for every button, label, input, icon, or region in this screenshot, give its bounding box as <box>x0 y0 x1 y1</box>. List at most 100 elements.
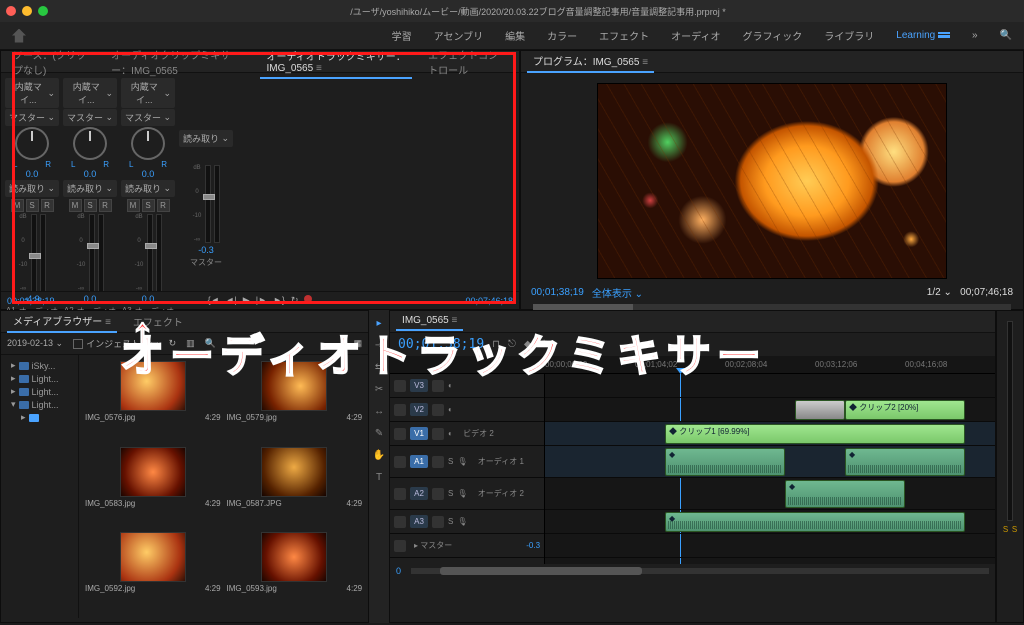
tab-media-browser[interactable]: メディアブラウザー ≡ <box>7 310 117 333</box>
slip-tool-icon[interactable]: ↔ <box>372 404 386 418</box>
panel-menu-icon[interactable]: ≡ <box>642 57 648 68</box>
automation-dropdown[interactable]: 読み取り⌄ <box>63 180 117 197</box>
volume-fader[interactable] <box>31 214 37 292</box>
input-dropdown[interactable]: 内蔵マイ...⌄ <box>5 78 59 108</box>
media-thumbnail[interactable]: IMG_0592.jpg4:29 <box>85 532 221 612</box>
razor-tool-icon[interactable]: ✂ <box>372 382 386 396</box>
ws-tab[interactable]: 学習 <box>392 28 412 43</box>
pen-tool-icon[interactable]: ✎ <box>372 426 386 440</box>
video-clip[interactable] <box>795 400 845 420</box>
output-dropdown[interactable]: マスター⌄ <box>63 109 117 126</box>
ws-tab[interactable]: エフェクト <box>599 28 649 43</box>
eye-icon[interactable] <box>432 380 444 392</box>
ws-tab[interactable]: グラフィック <box>742 28 802 43</box>
goto-in-icon[interactable]: {◄ <box>208 295 220 306</box>
input-dropdown[interactable]: 内蔵マイ...⌄ <box>121 78 175 108</box>
timeline-zoom-slider[interactable] <box>411 568 989 574</box>
output-dropdown[interactable]: マスター⌄ <box>121 109 175 126</box>
media-thumbnail[interactable]: IMG_0583.jpg4:29 <box>85 447 221 527</box>
record-button[interactable]: R <box>99 199 112 212</box>
filter-icon[interactable]: ▥ <box>186 338 195 349</box>
audio-clip[interactable]: ◆ <box>665 512 965 532</box>
new-bin-icon[interactable]: ▭ <box>150 338 159 349</box>
hand-tool-icon[interactable]: ✋ <box>372 448 386 462</box>
snap-icon[interactable]: ⊓ <box>492 339 500 350</box>
program-tab[interactable]: プログラム：IMG_0565 ≡ <box>527 50 654 73</box>
step-fwd-icon[interactable]: |► <box>256 295 267 306</box>
track-output-icon[interactable]: ◐ <box>448 381 453 390</box>
tab-clip-mixer[interactable]: オーディオクリップミキサー：IMG_0565 <box>105 44 250 80</box>
thumb-view-icon[interactable]: ▦ <box>354 338 363 349</box>
lock-icon[interactable] <box>394 428 406 440</box>
media-thumbnail[interactable]: IMG_0579.jpg4:29 <box>227 361 363 441</box>
lock-icon[interactable] <box>394 456 406 468</box>
search-icon[interactable]: 🔍 <box>1000 30 1012 41</box>
selection-tool-icon[interactable]: ▸ <box>372 316 386 330</box>
audio-clip[interactable]: ◆ <box>785 480 905 508</box>
solo-button[interactable]: S <box>84 199 97 212</box>
automation-dropdown[interactable]: 読み取り⌄ <box>179 130 233 147</box>
tab-effects[interactable]: エフェクト <box>127 311 189 332</box>
sequence-tab[interactable]: IMG_0565 ≡ <box>396 312 463 331</box>
goto-out-icon[interactable]: ►} <box>273 295 285 306</box>
track-select-tool-icon[interactable]: ⇥ <box>372 338 386 352</box>
ws-tab[interactable]: オーディオ <box>671 28 720 43</box>
ingest-checkbox[interactable]: インジェスト <box>73 337 140 350</box>
audio-clip[interactable]: ◆ <box>845 448 965 476</box>
zoom-window[interactable] <box>38 6 48 16</box>
type-tool-icon[interactable]: T <box>372 470 386 484</box>
overflow-icon[interactable]: » <box>972 30 978 41</box>
lock-icon[interactable] <box>394 516 406 528</box>
time-ruler[interactable]: 00;00;00;0000;01;04;0200;02;08;0400;03;1… <box>390 356 995 374</box>
eye-icon[interactable] <box>432 404 444 416</box>
resolution-dropdown[interactable]: 1/2 <box>927 287 941 298</box>
settings-icon[interactable]: ⚙ <box>540 339 549 350</box>
date-dropdown[interactable]: 2019-02-13 ⌄ <box>7 338 63 349</box>
media-thumbnail[interactable]: IMG_0587.JPG4:29 <box>227 447 363 527</box>
record-button[interactable]: R <box>41 199 54 212</box>
ws-tab[interactable]: カラー <box>547 28 577 43</box>
pan-knob[interactable] <box>131 127 165 160</box>
solo-button[interactable]: S <box>142 199 155 212</box>
tab-source[interactable]: ソース：(クリップなし) <box>7 44 95 80</box>
fit-dropdown[interactable]: 全体表示 ⌄ <box>592 285 643 300</box>
media-thumbnail[interactable]: IMG_0576.jpg4:29 <box>85 361 221 441</box>
volume-fader[interactable] <box>205 165 211 243</box>
mute-icon[interactable] <box>432 456 444 468</box>
video-clip[interactable]: ◆ クリップ1 [69.99%] <box>665 424 965 444</box>
search-icon[interactable]: 🔍 <box>205 338 216 349</box>
output-dropdown[interactable]: マスター⌄ <box>5 109 59 126</box>
eye-icon[interactable] <box>432 428 444 440</box>
video-clip[interactable]: ◆ クリップ2 [20%] <box>845 400 965 420</box>
pan-knob[interactable] <box>73 127 107 160</box>
ws-tab[interactable]: アセンブリ <box>434 28 484 43</box>
automation-dropdown[interactable]: 読み取り⌄ <box>5 180 59 197</box>
loop-icon[interactable]: ↻ <box>291 295 299 306</box>
volume-fader[interactable] <box>147 214 153 292</box>
minimize-window[interactable] <box>22 6 32 16</box>
record-icon[interactable] <box>304 295 312 303</box>
ws-tab[interactable]: 編集 <box>505 28 525 43</box>
panel-menu-icon[interactable]: ≡ <box>316 63 322 74</box>
media-thumbnail[interactable]: IMG_0593.jpg4:29 <box>227 532 363 612</box>
home-icon[interactable] <box>12 29 26 43</box>
linked-sel-icon[interactable]: ⎋ <box>508 339 516 350</box>
ws-tab-active[interactable]: Learning <box>896 30 950 41</box>
volume-fader[interactable] <box>89 214 95 292</box>
record-button[interactable]: R <box>157 199 170 212</box>
solo-button[interactable]: S <box>26 199 39 212</box>
ws-tab[interactable]: ライブラリ <box>824 28 874 43</box>
input-dropdown[interactable]: 内蔵マイ...⌄ <box>63 78 117 108</box>
folder-tree[interactable]: ▸iSky... ▸Light... ▸Light... ▾Light... ▸ <box>1 355 79 618</box>
lock-icon[interactable] <box>394 380 406 392</box>
tab-effect-controls[interactable]: エフェクトコントロール <box>422 44 513 80</box>
mute-button[interactable]: M <box>127 199 140 212</box>
mute-button[interactable]: M <box>11 199 24 212</box>
close-window[interactable] <box>6 6 16 16</box>
automation-dropdown[interactable]: 読み取り⌄ <box>121 180 175 197</box>
marker-icon[interactable]: ◆ <box>524 339 532 350</box>
program-video-frame[interactable] <box>597 83 947 279</box>
step-back-icon[interactable]: ◄| <box>226 295 237 306</box>
mute-button[interactable]: M <box>69 199 82 212</box>
ripple-tool-icon[interactable]: ⇆ <box>372 360 386 374</box>
